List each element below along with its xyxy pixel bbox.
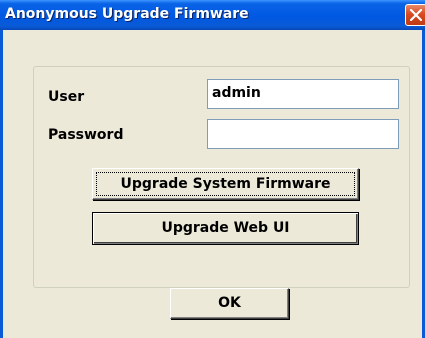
title-bar[interactable]: Anonymous Upgrade Firmware: [0, 0, 425, 30]
password-input[interactable]: [207, 119, 399, 149]
dialog-window: Anonymous Upgrade Firmware User admin Pa…: [0, 0, 425, 338]
ok-button[interactable]: OK: [170, 288, 289, 319]
user-input[interactable]: admin: [207, 79, 399, 109]
upgrade-system-firmware-button[interactable]: Upgrade System Firmware: [92, 168, 359, 200]
close-icon: [410, 9, 422, 21]
window-title: Anonymous Upgrade Firmware: [5, 6, 249, 22]
dialog-body: User admin Password Upgrade System Firmw…: [3, 30, 422, 338]
upgrade-web-ui-button[interactable]: Upgrade Web UI: [92, 212, 359, 245]
user-label: User: [48, 89, 85, 105]
close-button[interactable]: [405, 4, 425, 26]
password-label: Password: [48, 127, 124, 143]
